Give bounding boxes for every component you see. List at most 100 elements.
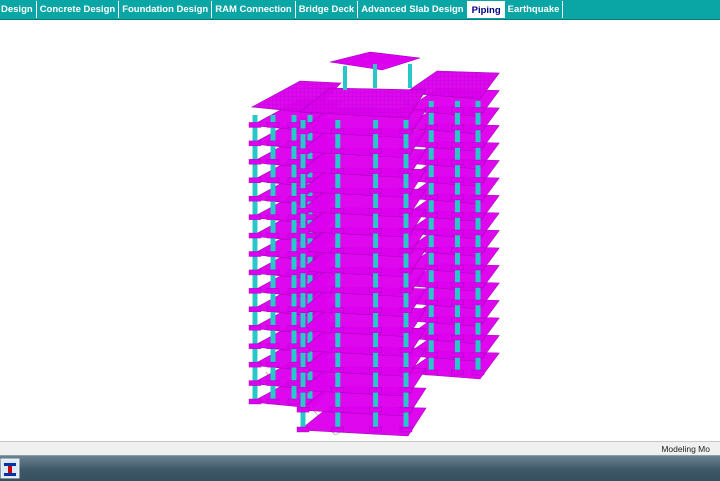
slab-edge xyxy=(451,369,464,376)
slab-edge xyxy=(471,194,485,201)
slab-edge xyxy=(266,398,280,405)
app-logo-icon[interactable] xyxy=(0,458,20,479)
slab-edge xyxy=(451,282,464,288)
slab-edge xyxy=(248,140,262,147)
column xyxy=(307,115,313,402)
tab-earthquake[interactable]: Earthquake xyxy=(505,1,564,18)
slab-edge xyxy=(296,387,310,393)
column xyxy=(428,101,434,373)
slab-edge xyxy=(471,212,485,218)
tab-design[interactable]: Design xyxy=(0,1,37,18)
slab-edge xyxy=(248,325,262,331)
slab-edge xyxy=(425,159,438,166)
slab-edge xyxy=(296,247,310,254)
slab-edge xyxy=(471,159,485,166)
slab-edge xyxy=(296,287,310,294)
slab-edge xyxy=(451,159,464,166)
slab-edge xyxy=(399,267,413,274)
slab-edge xyxy=(248,122,262,128)
slab-edge xyxy=(296,347,310,353)
slab-edge xyxy=(451,229,464,236)
slab-edge xyxy=(248,269,262,276)
slab-edge xyxy=(451,334,464,341)
slab-edge xyxy=(451,194,464,201)
slab-edge xyxy=(331,426,344,433)
slab-edge xyxy=(331,287,344,294)
slab-edge xyxy=(471,177,485,183)
slab-edge xyxy=(471,264,485,271)
slab-edge xyxy=(248,214,262,220)
slab-edge xyxy=(425,107,438,113)
slab-edge xyxy=(369,327,382,333)
slab-edge xyxy=(303,214,317,220)
slab-edge xyxy=(331,367,344,373)
slab-edge xyxy=(425,142,438,148)
tab-ram-connection[interactable]: RAM Connection xyxy=(212,1,296,18)
tab-advanced-slab-design[interactable]: Advanced Slab Design xyxy=(358,1,468,18)
slab-edge xyxy=(471,124,485,131)
slab-edge xyxy=(369,406,382,413)
slab-edge xyxy=(399,426,413,433)
slab-edge xyxy=(248,177,262,183)
slab-edge xyxy=(287,140,301,147)
slab-edge xyxy=(296,148,310,154)
building-3d-model[interactable] xyxy=(0,20,720,440)
tab-foundation-design[interactable]: Foundation Design xyxy=(119,1,213,18)
slab-edge xyxy=(369,307,382,313)
slab-edge xyxy=(248,398,262,405)
slab-edge xyxy=(296,367,310,373)
model-viewport[interactable] xyxy=(0,20,720,440)
slab-edge xyxy=(296,307,310,313)
slab-edge xyxy=(296,327,310,333)
tab-concrete-design[interactable]: Concrete Design xyxy=(37,1,120,18)
slab-edge xyxy=(425,194,438,201)
slab-edge xyxy=(248,159,262,165)
slab-edge xyxy=(451,212,464,218)
slab-edge xyxy=(296,168,310,174)
slab-edge xyxy=(471,229,485,236)
slab-edge xyxy=(369,247,382,254)
status-mode-text: Modeling Mo xyxy=(661,444,710,454)
slab-edge xyxy=(369,267,382,274)
slab-edge xyxy=(369,148,382,154)
slab-edge xyxy=(331,168,344,174)
slab-edge xyxy=(425,177,438,183)
slab-edge xyxy=(451,299,464,306)
tab-bridge-deck[interactable]: Bridge Deck xyxy=(296,1,359,18)
roof-column xyxy=(343,66,347,90)
slab-edge xyxy=(451,247,464,253)
slab-edge xyxy=(266,288,280,294)
slab-edge xyxy=(266,361,280,368)
slab-edge xyxy=(248,251,262,257)
slab-edge xyxy=(471,369,485,376)
slab-edge xyxy=(425,352,438,358)
slab-edge xyxy=(425,264,438,271)
tab-piping[interactable]: Piping xyxy=(467,1,505,18)
slab-edge xyxy=(471,142,485,148)
slab-edge xyxy=(266,232,280,239)
slab-edge xyxy=(399,287,413,294)
slab-edge xyxy=(266,269,280,276)
slab-edge xyxy=(369,128,382,135)
slab-edge xyxy=(266,122,280,128)
slab-edge xyxy=(399,228,413,234)
slab-edge xyxy=(399,168,413,174)
slab-edge xyxy=(248,288,262,294)
slab-edge xyxy=(471,317,485,323)
slab-edge xyxy=(471,282,485,288)
slab-edge xyxy=(331,387,344,393)
slab-edge xyxy=(425,282,438,288)
slab-edge xyxy=(287,195,301,202)
slab-edge xyxy=(471,334,485,341)
slab-edge xyxy=(425,369,438,376)
slab-edge xyxy=(266,325,280,331)
slab-edge xyxy=(287,159,301,165)
slab-edge xyxy=(266,251,280,257)
column xyxy=(335,120,341,430)
roof-column xyxy=(408,64,412,88)
slab-edge xyxy=(287,232,301,239)
slab-edge xyxy=(248,380,262,386)
slab-edge xyxy=(471,352,485,358)
slab-edge xyxy=(287,361,301,368)
slab-edge xyxy=(287,122,301,128)
